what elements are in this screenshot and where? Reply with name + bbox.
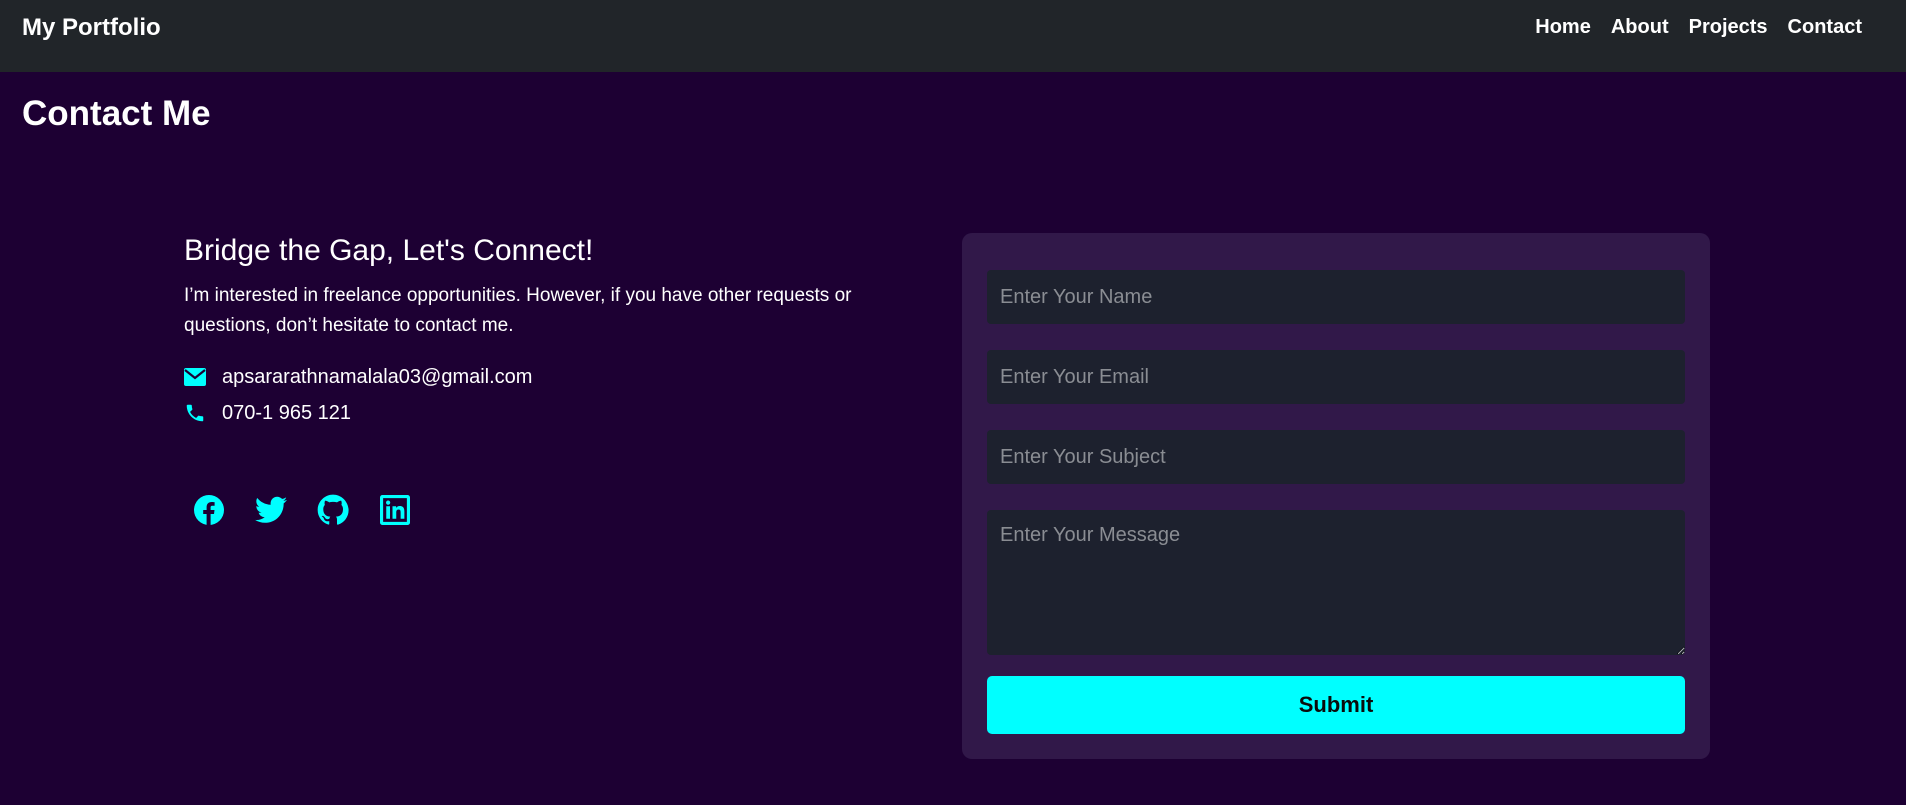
nav-links: Home About Projects Contact bbox=[1535, 16, 1862, 39]
email-input[interactable] bbox=[987, 350, 1685, 404]
navbar: My Portfolio Home About Projects Contact bbox=[0, 0, 1906, 72]
message-textarea[interactable] bbox=[987, 510, 1685, 655]
phone-text: 070-1 965 121 bbox=[222, 401, 352, 424]
submit-button[interactable]: Submit bbox=[987, 676, 1685, 734]
phone-line: 070-1 965 121 bbox=[184, 395, 914, 431]
brand-link[interactable]: My Portfolio bbox=[22, 14, 161, 42]
email-line: apsararathnamalala03@gmail.com bbox=[184, 359, 914, 395]
nav-link-contact[interactable]: Contact bbox=[1788, 16, 1862, 39]
linkedin-icon[interactable] bbox=[379, 494, 411, 526]
twitter-icon[interactable] bbox=[255, 494, 287, 526]
envelope-icon bbox=[184, 366, 206, 388]
github-icon[interactable] bbox=[317, 494, 349, 526]
nav-link-home[interactable]: Home bbox=[1535, 16, 1591, 39]
facebook-icon[interactable] bbox=[193, 494, 225, 526]
contact-form: Submit bbox=[962, 233, 1710, 759]
contact-info: Bridge the Gap, Let's Connect! I’m inter… bbox=[184, 233, 914, 431]
info-text: I’m interested in freelance opportunitie… bbox=[184, 285, 852, 336]
nav-link-projects[interactable]: Projects bbox=[1689, 16, 1768, 39]
nav-link-about[interactable]: About bbox=[1611, 16, 1669, 39]
email-text: apsararathnamalala03@gmail.com bbox=[222, 365, 533, 388]
name-input[interactable] bbox=[987, 270, 1685, 324]
social-links bbox=[193, 494, 411, 526]
subject-input[interactable] bbox=[987, 430, 1685, 484]
page-title: Contact Me bbox=[22, 94, 211, 133]
phone-icon bbox=[184, 402, 206, 424]
info-heading: Bridge the Gap, Let's Connect! bbox=[184, 234, 594, 267]
